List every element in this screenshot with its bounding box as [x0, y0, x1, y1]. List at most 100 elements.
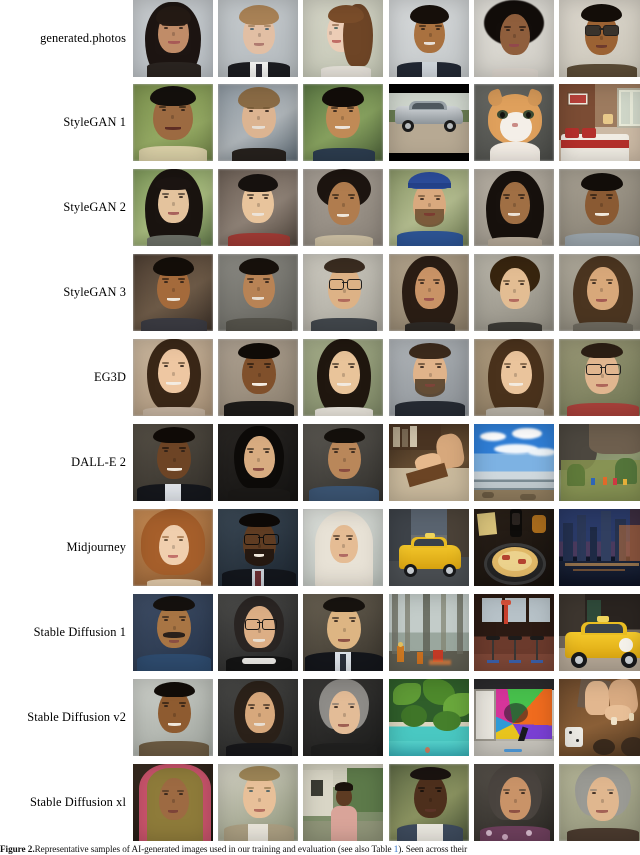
woman-curly-hair-portrait — [474, 0, 554, 77]
woman-with-headscarf-portrait — [303, 509, 383, 586]
man-dark-suit-portrait — [389, 0, 469, 77]
row-cells — [133, 424, 640, 501]
sample-cell — [133, 254, 213, 331]
sample-cell — [474, 679, 554, 756]
sample-cell — [218, 0, 298, 77]
figure-caption-text-before: Representative samples of AI-generated i… — [34, 844, 394, 854]
sample-cell — [559, 764, 640, 841]
sample-cell — [474, 594, 554, 671]
yellow-taxi-cab — [559, 594, 640, 671]
bearded-man-portrait — [389, 339, 469, 416]
sample-cell — [474, 0, 554, 77]
young-boy-red-shirt-portrait — [218, 169, 298, 246]
sample-cell — [133, 594, 213, 671]
sample-cell — [389, 594, 469, 671]
smiling-woman-dark-hair-portrait — [474, 169, 554, 246]
figure-row: EG3D — [0, 339, 640, 416]
sample-cell — [389, 764, 469, 841]
silver-car-on-gravel — [389, 84, 469, 161]
bar-interior-with-stools — [474, 594, 554, 671]
row-label-dall-e-2: DALL-E 2 — [71, 454, 126, 469]
older-woman-floral-top-portrait — [474, 764, 554, 841]
man-in-suit-portrait — [218, 0, 298, 77]
smiling-woman-portrait — [303, 339, 383, 416]
figure-row: generated.photos — [0, 0, 640, 77]
row-cells — [133, 339, 640, 416]
man-with-glasses-portrait — [559, 339, 640, 416]
woman-profile-view-portrait — [303, 0, 383, 77]
sample-cell — [303, 424, 383, 501]
row-cells — [133, 679, 640, 756]
sample-cell — [218, 764, 298, 841]
figure-row: Stable Diffusion v2 — [0, 679, 640, 756]
woman-short-hair-portrait — [218, 84, 298, 161]
woman-short-curly-hair-portrait — [303, 169, 383, 246]
figure-row: Stable Diffusion xl — [0, 764, 640, 841]
sample-cell — [559, 679, 640, 756]
smiling-man-dark-jacket-portrait — [218, 339, 298, 416]
sample-cell — [559, 424, 640, 501]
sample-cell — [474, 84, 554, 161]
sample-cell — [218, 509, 298, 586]
sample-cell — [133, 509, 213, 586]
sample-cell — [303, 339, 383, 416]
row-cells — [133, 254, 640, 331]
sample-cell — [218, 254, 298, 331]
child-curly-hair-portrait — [474, 254, 554, 331]
sample-cell — [559, 594, 640, 671]
young-man-white-shirt-portrait — [389, 764, 469, 841]
young-man-portrait — [218, 764, 298, 841]
row-label-midjourney: Midjourney — [66, 539, 126, 554]
sample-cell — [559, 169, 640, 246]
older-man-dark-suit-portrait — [303, 594, 383, 671]
hotel-bedroom-interior — [559, 84, 640, 161]
row-label-stylegan-1: StyleGAN 1 — [63, 114, 126, 129]
sample-cell — [303, 594, 383, 671]
sample-cell — [218, 594, 298, 671]
row-cells — [133, 169, 640, 246]
row-cells — [133, 0, 640, 77]
sample-cell — [218, 679, 298, 756]
figure-row: StyleGAN 3 — [0, 254, 640, 331]
sample-cell — [133, 84, 213, 161]
sample-cell — [303, 254, 383, 331]
smiling-young-man-portrait — [303, 84, 383, 161]
sample-cell — [389, 679, 469, 756]
sample-cell — [133, 679, 213, 756]
man-short-hair-portrait — [218, 254, 298, 331]
row-label-eg3d: EG3D — [93, 369, 126, 384]
firefighters-in-foggy-forest — [389, 594, 469, 671]
woman-dark-hair-portrait — [389, 254, 469, 331]
hands-woodworking-on-bench — [389, 424, 469, 501]
sample-cell — [559, 339, 640, 416]
smiling-man-outdoors-portrait — [133, 84, 213, 161]
sample-cell — [133, 764, 213, 841]
row-label-stable-diffusion-v2: Stable Diffusion v2 — [27, 709, 126, 724]
smiling-girl-portrait — [133, 339, 213, 416]
sample-cell — [218, 84, 298, 161]
figure-row: StyleGAN 2 — [0, 169, 640, 246]
young-woman-standing-outdoors — [303, 764, 383, 841]
smiling-man-grey-shirt-portrait — [559, 169, 640, 246]
row-label-stylegan-2: StyleGAN 2 — [63, 199, 126, 214]
sample-cell — [303, 679, 383, 756]
sample-cell — [389, 509, 469, 586]
row-label-stable-diffusion-xl: Stable Diffusion xl — [30, 794, 126, 809]
sample-cell — [303, 509, 383, 586]
sample-cell — [559, 0, 640, 77]
row-label-stable-diffusion-1: Stable Diffusion 1 — [33, 624, 126, 639]
sample-cell — [133, 0, 213, 77]
smiling-woman-brown-hair-portrait — [474, 339, 554, 416]
figure-row: Midjourney — [0, 509, 640, 586]
figure-row: DALL-E 2 — [0, 424, 640, 501]
figure-caption-text-after: ). Seen across their — [398, 844, 468, 854]
sample-cell — [133, 169, 213, 246]
figure-caption: Figure 2.Representative samples of AI-ge… — [0, 843, 640, 855]
woman-long-hair-portrait — [559, 254, 640, 331]
man-blue-shirt-portrait — [303, 424, 383, 501]
sample-cell — [389, 339, 469, 416]
pasta-dish-in-pan — [474, 509, 554, 586]
row-cells — [133, 764, 640, 841]
sample-cell — [389, 0, 469, 77]
sample-cell — [303, 0, 383, 77]
